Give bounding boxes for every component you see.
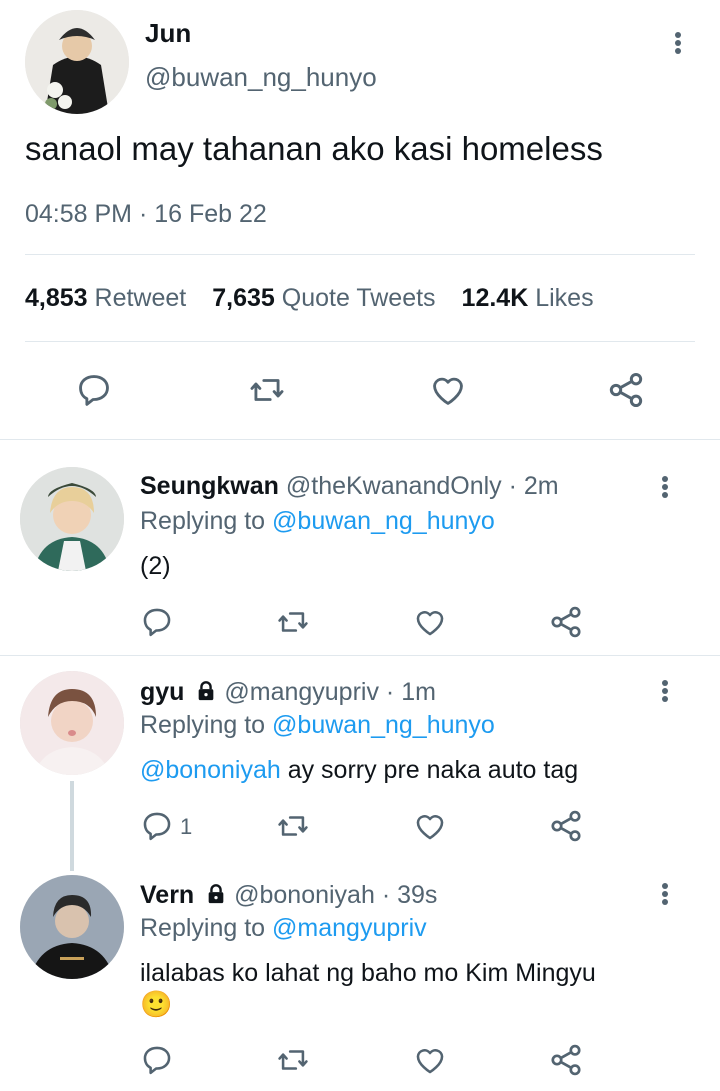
- reply-count: 1: [180, 814, 193, 839]
- thread-line: [70, 781, 74, 871]
- reply-tweet[interactable]: Seungkwan @theKwanandOnly · 2m Replying …: [0, 440, 720, 655]
- reply-icon[interactable]: [75, 371, 113, 409]
- replying-to: Replying to @mangyupriv: [140, 914, 427, 943]
- reply-tweet[interactable]: Vern @bononiyah · 39s Replying to @mangy…: [0, 861, 720, 1091]
- tweet-stats: 4,853 Retweet 7,635 Quote Tweets 12.4K Lik…: [25, 284, 594, 313]
- more-options-icon[interactable]: [655, 879, 675, 909]
- retweet-icon[interactable]: [275, 1043, 311, 1077]
- reply-tweet[interactable]: gyu @mangyupriv · 1m Replying to @buwan_…: [0, 656, 720, 871]
- replying-to: Replying to @buwan_ng_hunyo: [140, 507, 495, 536]
- divider: [25, 341, 695, 342]
- lock-icon: [208, 884, 224, 904]
- likes-count[interactable]: 12.4K: [462, 284, 529, 312]
- quote-count[interactable]: 7,635: [212, 284, 275, 312]
- reply-icon[interactable]: [140, 1043, 174, 1077]
- main-tweet: Jun @buwan_ng_hunyo sanaol may tahanan a…: [0, 0, 720, 440]
- replying-to-link[interactable]: @buwan_ng_hunyo: [272, 711, 495, 739]
- smile-emoji: 🙂: [140, 989, 173, 1019]
- retweet-icon[interactable]: [275, 605, 311, 639]
- replying-to-link[interactable]: @buwan_ng_hunyo: [272, 507, 495, 535]
- reply-text-body: ay sorry pre naka auto tag: [280, 756, 579, 784]
- reply-text: @bononiyah ay sorry pre naka auto tag: [140, 756, 578, 785]
- replying-to: Replying to @buwan_ng_hunyo: [140, 711, 495, 740]
- lock-icon: [199, 681, 214, 701]
- reply-header: Seungkwan @theKwanandOnly · 2m: [140, 472, 559, 501]
- reply-time: · 1m: [385, 678, 436, 706]
- display-name[interactable]: gyu: [140, 678, 184, 706]
- like-icon[interactable]: [412, 605, 448, 639]
- replying-to-link[interactable]: @mangyupriv: [272, 914, 427, 942]
- reply-header: gyu @mangyupriv · 1m: [140, 678, 436, 707]
- avatar[interactable]: [20, 671, 124, 775]
- share-icon[interactable]: [548, 808, 584, 844]
- reply-time: · 2m: [508, 472, 559, 500]
- more-options-icon[interactable]: [655, 676, 675, 706]
- divider: [25, 254, 695, 255]
- like-icon[interactable]: [412, 809, 448, 843]
- retweet-label[interactable]: Retweet: [95, 284, 187, 312]
- mention-link[interactable]: @bononiyah: [140, 756, 281, 784]
- display-name[interactable]: Jun: [145, 18, 191, 49]
- username[interactable]: @bononiyah: [234, 881, 375, 909]
- replying-to-label: Replying to: [140, 507, 266, 535]
- like-icon[interactable]: [428, 371, 468, 409]
- reply-header: Vern @bononiyah · 39s: [140, 881, 437, 910]
- reply-time: · 39s: [381, 881, 438, 909]
- tweet-text: sanaol may tahanan ako kasi homeless: [25, 130, 603, 167]
- username[interactable]: @mangyupriv: [224, 678, 379, 706]
- more-options-icon[interactable]: [655, 472, 675, 502]
- tweet-timestamp: 04:58 PM · 16 Feb 22: [25, 200, 267, 228]
- like-icon[interactable]: [412, 1043, 448, 1077]
- share-icon[interactable]: [548, 1042, 584, 1078]
- share-icon[interactable]: [548, 604, 584, 640]
- retweet-icon[interactable]: [275, 809, 311, 843]
- reply-icon[interactable]: [140, 809, 174, 843]
- more-options-icon[interactable]: [668, 28, 688, 58]
- reply-text: (2): [140, 552, 171, 580]
- retweet-count[interactable]: 4,853: [25, 284, 88, 312]
- quote-label[interactable]: Quote Tweets: [282, 284, 436, 312]
- share-icon[interactable]: [606, 370, 646, 410]
- avatar[interactable]: [25, 10, 129, 114]
- display-name[interactable]: Seungkwan: [140, 472, 279, 500]
- replying-to-label: Replying to: [140, 914, 266, 942]
- avatar[interactable]: [20, 467, 124, 571]
- reply-text: ilalabas ko lahat ng baho mo Kim Mingyu: [140, 959, 596, 987]
- display-name[interactable]: Vern: [140, 881, 194, 909]
- username[interactable]: @theKwanandOnly: [286, 472, 502, 500]
- avatar[interactable]: [20, 875, 124, 979]
- likes-label[interactable]: Likes: [535, 284, 593, 312]
- retweet-icon[interactable]: [247, 371, 287, 409]
- reply-icon[interactable]: [140, 605, 174, 639]
- replying-to-label: Replying to: [140, 711, 266, 739]
- username[interactable]: @buwan_ng_hunyo: [145, 62, 377, 93]
